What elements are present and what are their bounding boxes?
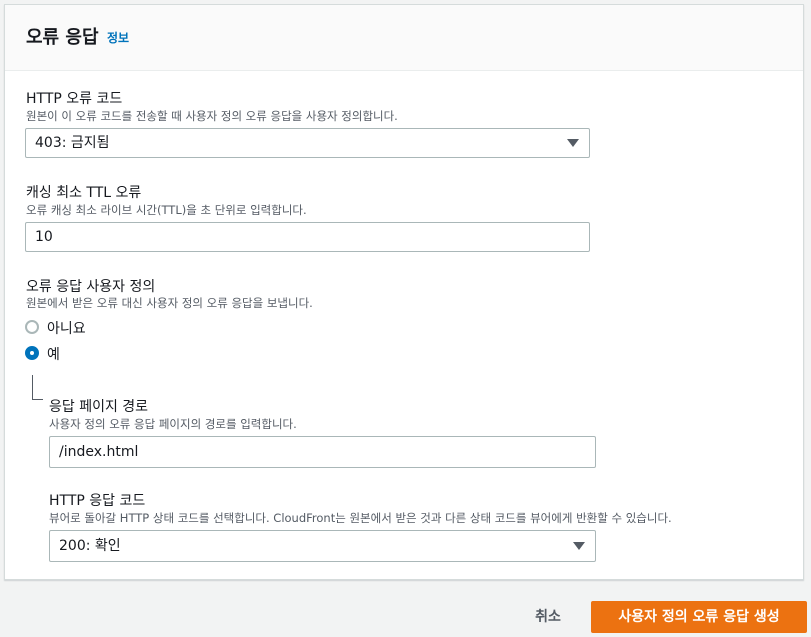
http-error-code-select[interactable]: 403: 금지됨	[25, 128, 590, 158]
response-page-path-description: 사용자 정의 오류 응답 페이지의 경로를 입력합니다.	[49, 417, 297, 431]
response-page-path-label: 응답 페이지 경로	[49, 399, 149, 415]
caret-down-icon	[573, 542, 585, 550]
cancel-button[interactable]: 취소	[520, 601, 576, 633]
info-link[interactable]: 정보	[107, 29, 129, 46]
caret-down-icon	[567, 139, 579, 147]
create-custom-error-response-button[interactable]: 사용자 정의 오류 응답 생성	[591, 601, 807, 633]
custom-response-description: 원본에서 받은 오류 대신 사용자 정의 오류 응답을 보냅니다.	[26, 296, 313, 310]
min-ttl-label: 캐싱 최소 TTL 오류	[26, 185, 142, 201]
http-error-code-description: 원본이 이 오류 코드를 전송할 때 사용자 정의 오류 응답을 사용자 정의합…	[26, 109, 398, 123]
min-ttl-description: 오류 캐싱 최소 라이브 시간(TTL)을 초 단위로 입력합니다.	[26, 203, 307, 217]
http-error-code-label: HTTP 오류 코드	[26, 91, 123, 107]
http-response-code-label: HTTP 응답 코드	[49, 493, 146, 509]
min-ttl-input[interactable]: 10	[25, 222, 590, 252]
http-response-code-select[interactable]: 200: 확인	[49, 530, 596, 562]
response-page-path-input[interactable]: /index.html	[49, 436, 596, 468]
http-response-code-description: 뷰어로 돌아갈 HTTP 상태 코드를 선택합니다. CloudFront는 원…	[49, 511, 672, 525]
radio-no[interactable]	[25, 320, 39, 334]
radio-yes-label[interactable]: 예	[47, 344, 60, 364]
radio-no-label[interactable]: 아니요	[47, 318, 86, 338]
response-page-path-value: /index.html	[59, 444, 139, 460]
http-response-code-value: 200: 확인	[59, 538, 121, 554]
min-ttl-value: 10	[35, 229, 53, 245]
http-error-code-value: 403: 금지됨	[35, 135, 110, 151]
nested-indicator-line	[32, 375, 43, 400]
custom-response-label: 오류 응답 사용자 정의	[26, 279, 156, 295]
radio-yes[interactable]	[25, 346, 39, 360]
panel-title: 오류 응답	[26, 27, 99, 48]
panel-header: 오류 응답 정보	[5, 5, 803, 71]
